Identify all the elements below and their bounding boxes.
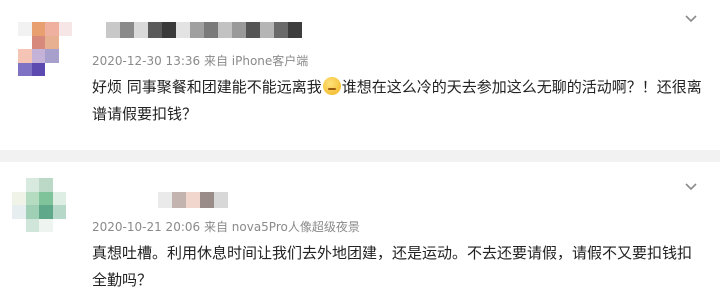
avatar-pixel [52, 178, 66, 192]
username-pixel [260, 22, 274, 38]
avatar-pixel [25, 218, 39, 232]
username-pixel [120, 22, 134, 38]
username-pixel [274, 22, 288, 38]
avatar-pixel [25, 178, 39, 192]
avatar-pixel [12, 218, 26, 232]
username-pixel [176, 22, 190, 38]
username-pixel [288, 22, 302, 38]
avatar-pixel [12, 205, 26, 219]
avatar-pixel [31, 35, 45, 49]
avatar-pixel [45, 49, 59, 63]
avatar-pixel [12, 178, 26, 192]
comment-text: 好烦 同事聚餐和团建能不能远离我 谁想在这么冷的天去参加这么无聊的活动啊？！还很离… [92, 74, 702, 128]
avatar-pixel [52, 205, 66, 219]
chevron-down-icon[interactable] [684, 12, 698, 26]
avatar-pixel [25, 191, 39, 205]
avatar-pixel [58, 62, 72, 76]
username-pixel [92, 22, 106, 38]
avatar-pixel [45, 62, 59, 76]
username-pixel [190, 22, 204, 38]
avatar-pixel [58, 22, 72, 36]
comment-meta: 2020-10-21 20:06 来自 nova5Pro人像超级夜景 [92, 220, 360, 234]
avatar-pixel [25, 205, 39, 219]
username-pixel [106, 22, 120, 38]
username-pixel [158, 192, 172, 208]
avatar-pixel [18, 35, 32, 49]
username-pixel [232, 22, 246, 38]
avatar-pixel [58, 35, 72, 49]
username-pixel [246, 22, 260, 38]
sad-face-emoji-icon [322, 77, 341, 95]
avatar-pixel [52, 191, 66, 205]
avatar-pixel [45, 35, 59, 49]
avatar-pixel [31, 49, 45, 63]
username[interactable] [158, 192, 228, 208]
avatar-pixel [31, 22, 45, 36]
username-pixel [148, 22, 162, 38]
avatar-pixel [18, 49, 32, 63]
divider [0, 150, 720, 162]
username-pixel [218, 22, 232, 38]
comment-text: 真想吐槽。利用休息时间让我们去外地团建，还是运动。不去还要请假，请假不又要扣钱扣… [92, 244, 693, 289]
avatar-pixel [18, 22, 32, 36]
avatar[interactable] [12, 178, 66, 232]
comment-text-part1: 好烦 同事聚餐和团建能不能远离我 [92, 78, 322, 96]
avatar-pixel [39, 205, 53, 219]
avatar-pixel [31, 62, 45, 76]
comment-item: 2020-12-30 13:36 来自 iPhone客户端 好烦 同事聚餐和团建… [0, 0, 720, 150]
avatar-pixel [52, 218, 66, 232]
username-pixel [204, 22, 218, 38]
avatar[interactable] [18, 22, 72, 76]
avatar-pixel [39, 191, 53, 205]
avatar-pixel [58, 49, 72, 63]
avatar-pixel [18, 62, 32, 76]
username[interactable] [92, 22, 302, 38]
username-pixel [172, 192, 186, 208]
chevron-down-icon[interactable] [684, 180, 698, 194]
avatar-pixel [45, 22, 59, 36]
username-pixel [186, 192, 200, 208]
avatar-pixel [39, 178, 53, 192]
username-pixel [162, 22, 176, 38]
username-pixel [214, 192, 228, 208]
comment-item: 2020-10-21 20:06 来自 nova5Pro人像超级夜景 真想吐槽。… [0, 162, 720, 304]
username-pixel [200, 192, 214, 208]
username-pixel [134, 22, 148, 38]
avatar-pixel [12, 191, 26, 205]
avatar-pixel [39, 218, 53, 232]
comment-meta: 2020-12-30 13:36 来自 iPhone客户端 [92, 54, 309, 68]
